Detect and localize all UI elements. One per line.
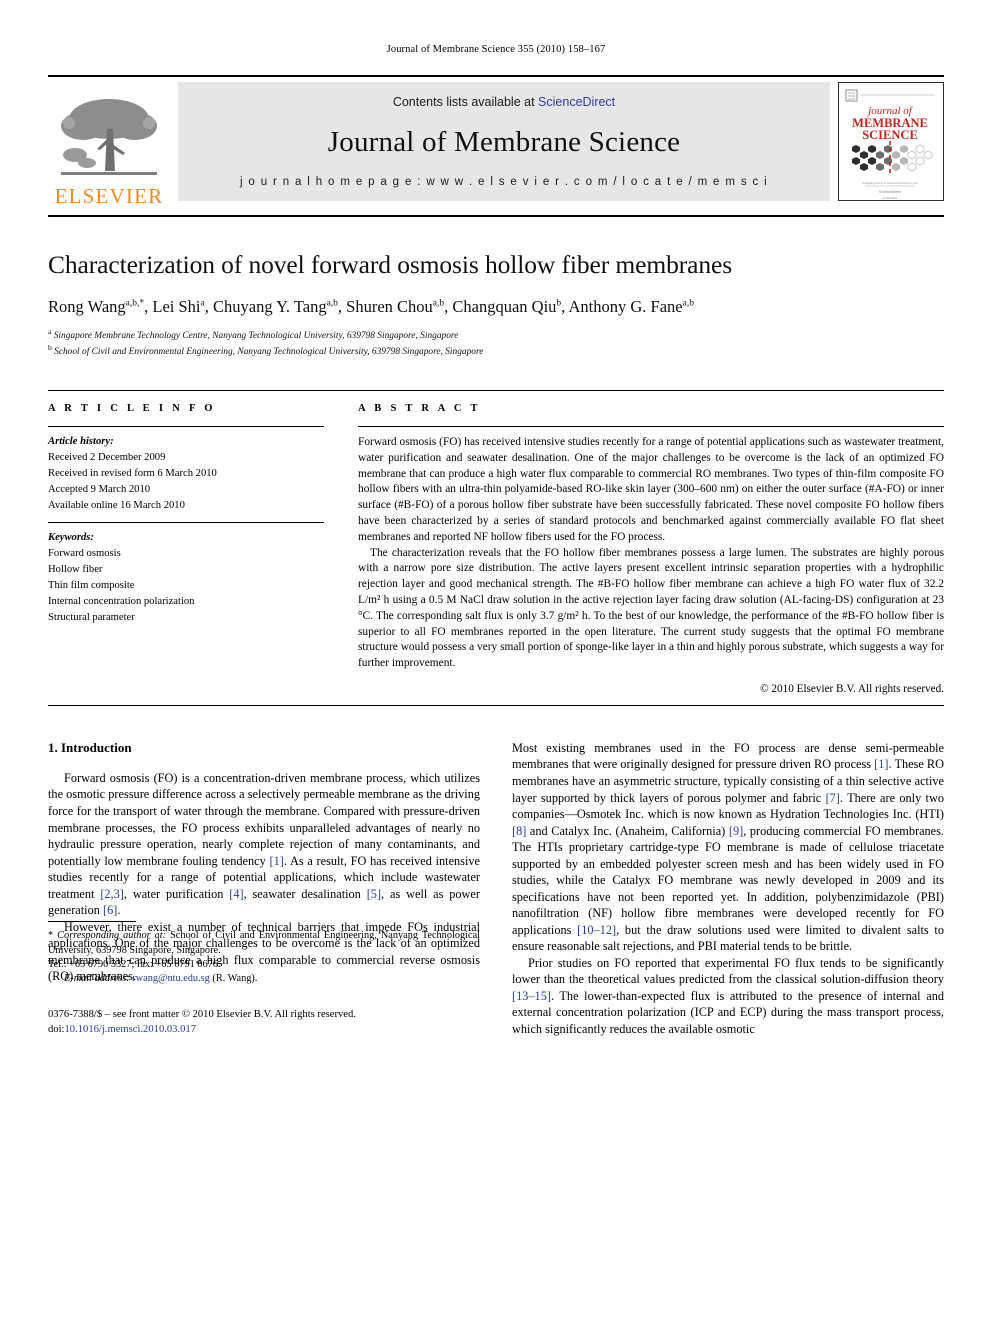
article-info-column: A R T I C L E I N F O Article history: R… (48, 403, 346, 695)
affiliation-b: b School of Civil and Environmental Engi… (48, 343, 484, 358)
running-head: Journal of Membrane Science 355 (2010) 1… (386, 44, 606, 55)
doi-line: doi:10.1016/j.memsci.2010.03.017 (48, 1022, 480, 1037)
right-column: Most existing membranes used in the FO p… (512, 740, 944, 1038)
paragraph: Most existing membranes used in the FO p… (512, 740, 945, 954)
elsevier-logo: ELSEVIER (48, 77, 170, 209)
affiliation-a-text: Singapore Membrane Technology Centre, Na… (53, 331, 459, 342)
corresponding-author-note: * Corresponding author at: School of Civ… (48, 930, 480, 956)
abstract-heading: A B S T R A C T (358, 402, 481, 414)
affiliation-a: a Singapore Membrane Technology Centre, … (48, 327, 459, 342)
journal-masthead: ELSEVIER Contents lists available at Sci… (48, 75, 944, 209)
issn-front-matter: 0376-7388/$ – see front matter © 2010 El… (48, 1008, 356, 1020)
journal-title: Journal of Membrane Science (327, 126, 681, 158)
abstract-bottom-rule (48, 704, 944, 706)
history-item: Received 2 December 2009 (48, 451, 166, 463)
elsevier-wordmark: ELSEVIER (54, 184, 164, 208)
sciencedirect-link[interactable]: ScienceDirect (538, 95, 615, 109)
elsevier-tree-icon (61, 99, 157, 175)
abstract-copyright: © 2010 Elsevier B.V. All rights reserved… (760, 682, 944, 695)
keywords-label: Keywords: (48, 532, 94, 544)
abstract-paragraph: Forward osmosis (FO) has received intens… (358, 435, 944, 543)
footnote-block: * Corresponding author at: School of Civ… (48, 921, 480, 1037)
contents-available-line: Contents lists available at ScienceDirec… (393, 95, 615, 109)
imprint-block: 0376-7388/$ – see front matter © 2010 El… (48, 1007, 480, 1038)
abstract-rule (358, 425, 944, 427)
info-abstract-block: A R T I C L E I N F O Article history: R… (48, 389, 944, 695)
contact-phone-line: Tel.: +65 6790 5327; fax: +65 6791 0676. (48, 958, 221, 970)
contents-available-text: Contents lists available at (392, 95, 535, 109)
paragraph: Forward osmosis (FO) is a concentration-… (48, 770, 480, 918)
affiliations: a Singapore Membrane Technology Centre, … (48, 327, 944, 360)
history-item: Accepted 9 March 2010 (48, 483, 151, 495)
footnote-rule (48, 921, 136, 923)
keyword-item: Hollow fiber (48, 564, 103, 576)
email-line: E-mail address: rwang@ntu.edu.sg (R. Wan… (48, 972, 480, 986)
keyword-item: Structural parameter (48, 611, 135, 623)
svg-text:SCIENCE: SCIENCE (862, 128, 918, 142)
keyword-item: Internal concentration polarization (48, 595, 195, 607)
journal-banner: Contents lists available at ScienceDirec… (178, 82, 830, 201)
article-info-heading: A R T I C L E I N F O (48, 402, 216, 414)
abstract-body: Forward osmosis (FO) has received intens… (358, 435, 944, 672)
paragraph: Prior studies on FO reported that experi… (512, 955, 944, 1036)
article-history-label: Article history: (48, 435, 114, 447)
keyword-item: Forward osmosis (48, 548, 121, 560)
paper-page: Journal of Membrane Science 355 (2010) 1… (0, 0, 992, 1323)
keyword-item: Thin film composite (48, 580, 135, 592)
body-columns: 1. Introduction Forward osmosis (FO) is … (48, 740, 944, 1038)
article-info-rule (48, 425, 324, 427)
history-item: Available online 16 March 2010 (48, 499, 185, 511)
history-item: Received in revised form 6 March 2010 (48, 467, 217, 479)
cover-artwork: journal of MEMBRANE SCIENCE available on… (839, 83, 941, 200)
journal-cover-thumbnail: journal of MEMBRANE SCIENCE available on… (838, 82, 944, 201)
svg-text:ScienceDirect: ScienceDirect (879, 190, 901, 194)
left-column: 1. Introduction Forward osmosis (FO) is … (48, 740, 480, 1038)
affiliation-b-text: School of Civil and Environmental Engine… (54, 347, 484, 358)
email-label: E-mail address: (64, 973, 130, 985)
abstract-paragraph: The characterization reveals that the FO… (358, 546, 944, 670)
article-history: Article history: Received 2 December 200… (48, 434, 324, 513)
svg-text:available online at www.scienc: available online at www.sciencedirect.co… (862, 181, 919, 185)
keywords-block: Keywords: Forward osmosis Hollow fiber T… (48, 530, 324, 625)
doi-link[interactable]: 10.1016/j.memsci.2010.03.017 (64, 1024, 196, 1035)
abstract-column: A B S T R A C T Forward osmosis (FO) has… (346, 403, 944, 695)
email-link[interactable]: rwang@ntu.edu.sg (132, 973, 210, 984)
svg-text:ELSEVIER: ELSEVIER (883, 196, 899, 200)
journal-homepage-link[interactable]: j o u r n a l h o m e p a g e : w w w . … (240, 176, 768, 188)
author-list: Rong Wanga,b,*, Lei Shia, Chuyang Y. Tan… (48, 296, 694, 316)
article-title: Characterization of novel forward osmosi… (48, 250, 733, 279)
email-owner: (R. Wang). (212, 973, 258, 985)
section-1-title: 1. Introduction (48, 739, 132, 755)
doi-label: doi: (48, 1024, 65, 1036)
masthead-bottom-rule (48, 215, 944, 217)
keywords-rule (48, 522, 324, 524)
